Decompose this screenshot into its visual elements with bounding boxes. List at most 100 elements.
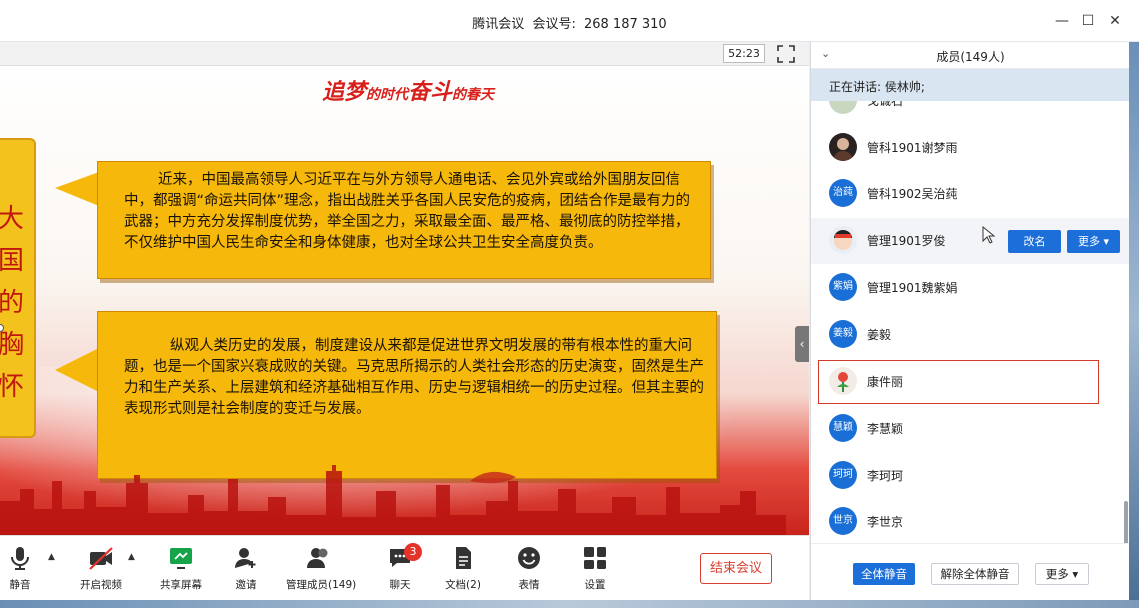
desktop-edge-strip bbox=[1129, 42, 1139, 600]
avatar bbox=[829, 101, 857, 114]
video-label: 开启视频 bbox=[80, 579, 122, 591]
members-icon bbox=[307, 548, 328, 568]
avatar: 慧颖 bbox=[829, 414, 857, 442]
share-screen-button[interactable]: 共享屏幕 bbox=[158, 544, 204, 592]
desktop-bottom-band bbox=[0, 600, 1139, 608]
unmute-all-button[interactable]: 解除全体静音 bbox=[931, 563, 1019, 585]
bubble-tail-2 bbox=[55, 348, 99, 392]
app-name: 腾讯会议 bbox=[472, 17, 525, 32]
members-panel-footer: 全体静音 解除全体静音 更多 ▾ bbox=[811, 543, 1130, 600]
close-button[interactable]: ✕ bbox=[1105, 11, 1125, 31]
audio-options-caret[interactable]: ▲ bbox=[48, 552, 55, 562]
avatar: 珂珂 bbox=[829, 461, 857, 489]
manage-members-button[interactable]: 管理成员(149) bbox=[286, 544, 357, 592]
selection-highlight bbox=[818, 360, 1099, 404]
left-card-text: 大国的胸怀 bbox=[0, 204, 25, 402]
video-options-caret[interactable]: ▲ bbox=[128, 552, 135, 562]
fullscreen-icon[interactable] bbox=[777, 45, 795, 63]
collapse-panel-arrow[interactable]: ‹ bbox=[795, 326, 809, 362]
flower-avatar-icon bbox=[837, 372, 849, 392]
maximize-button[interactable]: ☐ bbox=[1078, 11, 1098, 31]
invite-label: 邀请 bbox=[235, 579, 257, 591]
member-row[interactable]: 治莼 管科1902吴治莼 bbox=[811, 171, 1130, 217]
add-user-icon bbox=[235, 548, 256, 568]
mute-label: 静音 bbox=[9, 579, 31, 591]
slide-title: 追梦的时代奋斗的春天 bbox=[322, 74, 494, 106]
member-row[interactable]: 紫娟 管理1901魏紫娟 bbox=[811, 265, 1130, 311]
meeting-timer: 52:23 bbox=[723, 44, 765, 63]
emoji-label: 表情 bbox=[518, 579, 540, 591]
video-button[interactable]: 开启视频 bbox=[76, 544, 126, 592]
meeting-window: 腾讯会议 会议号: 268 187 310 — ☐ ✕ 52:23 追梦的时代奋… bbox=[0, 0, 1139, 608]
mouse-cursor-icon bbox=[982, 226, 996, 244]
member-row[interactable]: 管理1901罗俊 改名 更多 ▾ bbox=[811, 218, 1130, 264]
city-skyline-graphic bbox=[0, 465, 786, 535]
member-name: 康件丽 bbox=[867, 375, 904, 389]
settings-grid-icon bbox=[584, 547, 606, 569]
chat-label: 聊天 bbox=[389, 579, 411, 591]
members-panel: ⌄ 成员(149人) 正在讲话: 侯林帅; 戈诚石 管科1901谢梦雨 治莼 管… bbox=[810, 42, 1130, 600]
slide: 追梦的时代奋斗的春天 大国的胸怀 近来，中国最高领导人习近平在与外方领导人通电话… bbox=[0, 66, 809, 535]
slide-title-part-d: 的春天 bbox=[452, 87, 495, 103]
window-title: 腾讯会议 会议号: 268 187 310 bbox=[0, 13, 1139, 32]
member-row[interactable]: 管科1901谢梦雨 bbox=[811, 125, 1130, 171]
footer-more-button[interactable]: 更多 ▾ bbox=[1035, 563, 1089, 585]
member-row[interactable]: 康件丽 bbox=[811, 359, 1130, 405]
member-name: 姜毅 bbox=[867, 328, 892, 342]
paragraph-2: 纵观人类历史的发展，制度建设从来都是促进世界文明发展的带有根本性的重大问题，也是… bbox=[124, 338, 704, 417]
members-panel-header: ⌄ 成员(149人) bbox=[811, 42, 1130, 69]
member-row[interactable]: 珂珂 李珂珂 bbox=[811, 453, 1130, 499]
invite-button[interactable]: 邀请 bbox=[230, 544, 262, 592]
meeting-id-label: 会议号: bbox=[532, 17, 576, 32]
rename-button[interactable]: 改名 bbox=[1008, 230, 1061, 253]
member-name: 管科1902吴治莼 bbox=[867, 187, 958, 201]
text-bubble-2: 纵观人类历史的发展，制度建设从来都是促进世界文明发展的带有根本性的重大问题，也是… bbox=[97, 311, 717, 479]
settings-button[interactable]: 设置 bbox=[580, 544, 610, 592]
meeting-toolbar: 静音 ▲ 开启视频 ▲ 共享屏幕 邀请 管理成员(149) 聊天 文档(2) 表… bbox=[0, 535, 809, 600]
member-name: 李世京 bbox=[867, 515, 904, 529]
member-list-scrollbar[interactable] bbox=[1124, 501, 1128, 543]
docs-button[interactable]: 文档(2) bbox=[444, 544, 482, 592]
manage-members-label: 管理成员(149) bbox=[286, 579, 357, 591]
portrait-avatar-icon bbox=[833, 138, 853, 161]
member-name: 管科1901谢梦雨 bbox=[867, 141, 958, 155]
avatar: 紫娟 bbox=[829, 273, 857, 301]
member-row[interactable]: 姜毅 姜毅 bbox=[811, 312, 1130, 358]
title-bar: 腾讯会议 会议号: 268 187 310 — ☐ ✕ bbox=[0, 0, 1139, 42]
member-name: 管理1901罗俊 bbox=[867, 234, 946, 248]
slide-left-card: 大国的胸怀 bbox=[0, 138, 36, 438]
microphone-icon bbox=[11, 547, 29, 570]
avatar bbox=[829, 367, 857, 395]
mute-button[interactable]: 静音 bbox=[4, 544, 36, 592]
member-name: 李珂珂 bbox=[867, 469, 904, 483]
slide-title-part-a: 追梦 bbox=[322, 79, 367, 105]
shared-screen-area: 52:23 追梦的时代奋斗的春天 大国的胸怀 近来，中国最高领导人习近平在与外方… bbox=[0, 42, 809, 535]
member-row[interactable]: 戈诚石 bbox=[811, 101, 1130, 124]
minimize-button[interactable]: — bbox=[1052, 11, 1072, 31]
member-name: 管理1901魏紫娟 bbox=[867, 281, 958, 295]
meeting-id: 268 187 310 bbox=[583, 17, 667, 32]
slide-title-part-b: 的时代 bbox=[366, 87, 409, 103]
share-top-strip: 52:23 bbox=[0, 42, 809, 66]
mute-all-button[interactable]: 全体静音 bbox=[853, 563, 915, 585]
members-count-title: 成员(149人) bbox=[936, 50, 1005, 64]
smiley-icon bbox=[518, 547, 540, 569]
bubble-tail-1 bbox=[55, 172, 99, 206]
cartoon-avatar-icon bbox=[834, 230, 852, 250]
member-name: 李慧颖 bbox=[867, 422, 904, 436]
member-row[interactable]: 世京 李世京 bbox=[811, 499, 1130, 543]
end-meeting-button[interactable]: 结束会议 bbox=[700, 553, 772, 584]
docs-label: 文档(2) bbox=[445, 579, 481, 591]
emoji-button[interactable]: 表情 bbox=[514, 544, 544, 592]
share-screen-label: 共享屏幕 bbox=[160, 579, 202, 591]
settings-label: 设置 bbox=[584, 579, 606, 591]
document-icon bbox=[456, 547, 471, 569]
share-screen-icon bbox=[170, 548, 192, 569]
member-row[interactable]: 慧颖 李慧颖 bbox=[811, 406, 1130, 452]
avatar bbox=[829, 133, 857, 161]
member-more-button[interactable]: 更多 ▾ bbox=[1067, 230, 1120, 253]
text-bubble-1: 近来，中国最高领导人习近平在与外方领导人通电话、会见外宾或给外国朋友回信中，都强… bbox=[97, 161, 711, 279]
member-list: 戈诚石 管科1901谢梦雨 治莼 管科1902吴治莼 管理1901罗俊 改名 更… bbox=[811, 101, 1130, 543]
avatar: 世京 bbox=[829, 507, 857, 535]
slide-title-part-c: 奋斗 bbox=[408, 79, 453, 105]
